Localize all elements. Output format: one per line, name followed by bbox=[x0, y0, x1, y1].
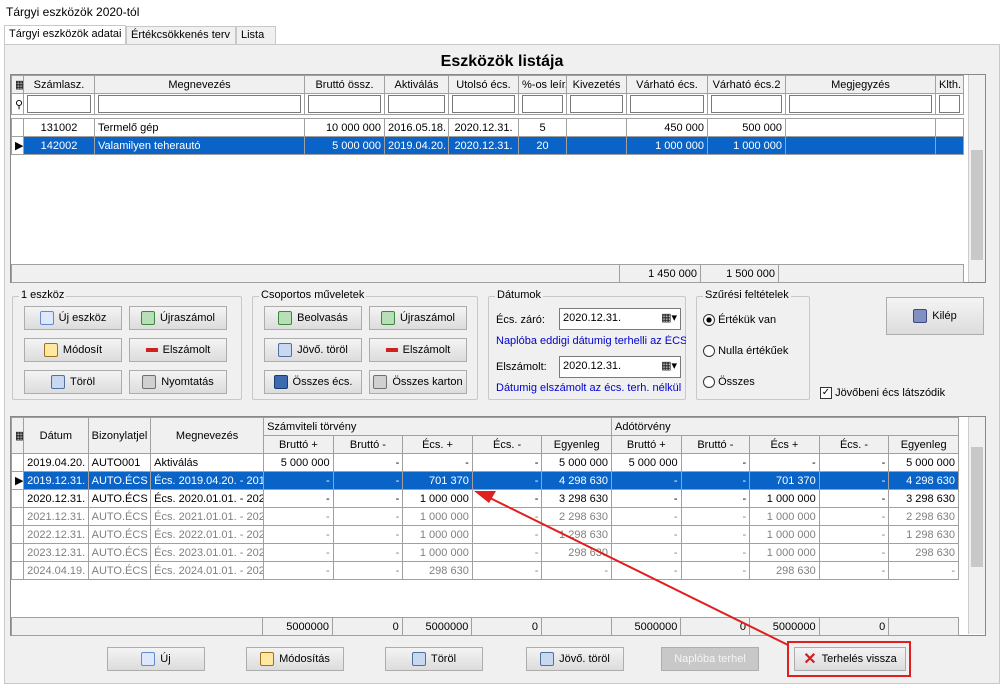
annotation-arrow bbox=[474, 491, 789, 646]
